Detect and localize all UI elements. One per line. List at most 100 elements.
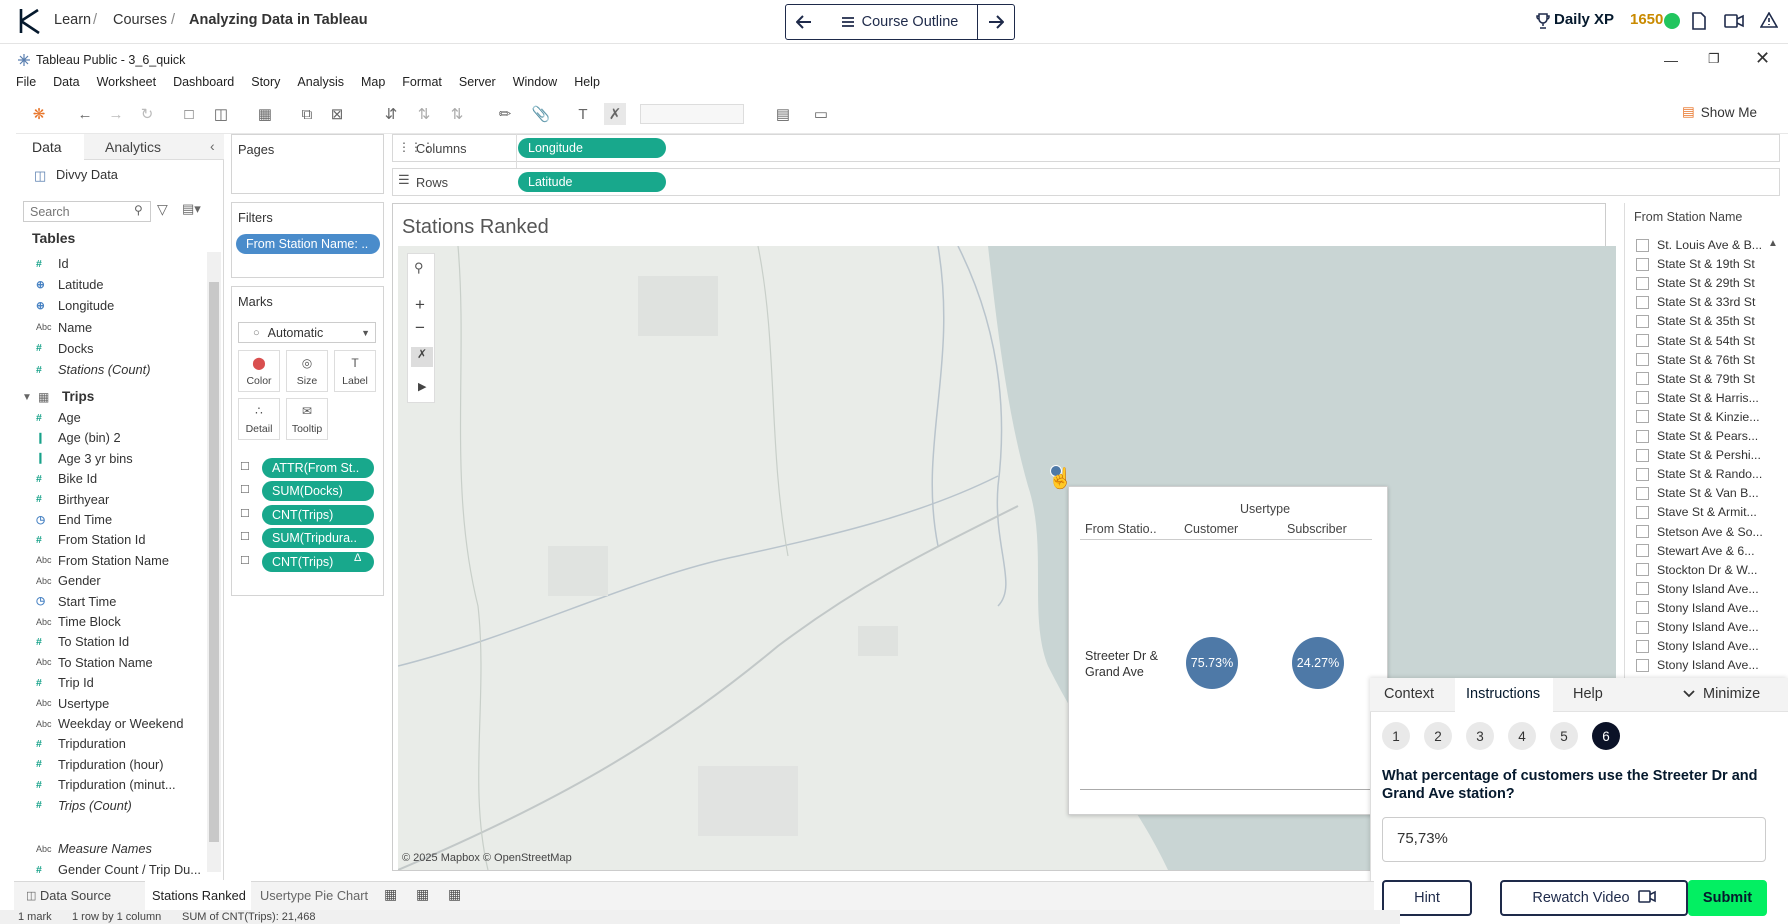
step-5-button[interactable]: 5: [1550, 722, 1578, 750]
field-latitude[interactable]: ⊕ Latitude: [36, 277, 104, 292]
data-pane-scrollbar[interactable]: [207, 252, 221, 872]
menu-file[interactable]: File: [16, 75, 36, 95]
marks-color-button[interactable]: ⬤ Color: [238, 350, 280, 392]
highlight-icon[interactable]: ✏: [494, 103, 516, 125]
zoom-out-icon[interactable]: −: [415, 318, 425, 338]
field-docks[interactable]: # Docks: [36, 341, 94, 356]
marks-label-button[interactable]: T Label: [334, 350, 376, 392]
marks-size-button[interactable]: ◎ Size: [286, 350, 328, 392]
alert-icon[interactable]: [1760, 12, 1778, 28]
field-start-time[interactable]: ◷ Start Time: [36, 594, 116, 609]
checkbox[interactable]: [1636, 314, 1649, 328]
close-window-button[interactable]: ✕: [1755, 48, 1770, 69]
step-2-button[interactable]: 2: [1424, 722, 1452, 750]
pin-map-icon[interactable]: ✗: [604, 103, 626, 125]
marks-pill[interactable]: CNT(Trips): [262, 504, 374, 525]
fit-dropdown[interactable]: [640, 104, 744, 124]
checkbox[interactable]: [1636, 334, 1649, 347]
mark-type-dropdown[interactable]: ○ Automatic ▼: [238, 322, 376, 343]
menu-story[interactable]: Story: [251, 75, 280, 95]
legend-item[interactable]: State St & 19th St: [1636, 257, 1755, 271]
legend-item[interactable]: State St & 76th St: [1636, 353, 1755, 367]
menu-dashboard[interactable]: Dashboard: [173, 75, 234, 95]
legend-item[interactable]: State St & 29th St: [1636, 276, 1755, 290]
legend-item[interactable]: State St & 54th St: [1636, 334, 1755, 348]
video-icon[interactable]: [1724, 14, 1744, 28]
field-birthyear[interactable]: # Birthyear: [36, 492, 109, 507]
play-icon[interactable]: ▶: [418, 380, 426, 393]
marks-detail-button[interactable]: ∴ Detail: [238, 398, 280, 440]
checkbox[interactable]: [1636, 372, 1649, 386]
field-bike-id[interactable]: # Bike Id: [36, 471, 97, 486]
legend-item[interactable]: State St & Van B...: [1636, 486, 1759, 500]
field-usertype[interactable]: Abc Usertype: [36, 696, 109, 711]
menu-server[interactable]: Server: [459, 75, 496, 95]
checkbox[interactable]: [1636, 448, 1649, 462]
checkbox[interactable]: [1636, 410, 1649, 424]
menu-worksheet[interactable]: Worksheet: [97, 75, 157, 95]
datacamp-logo-icon[interactable]: [18, 7, 42, 35]
step-3-button[interactable]: 3: [1466, 722, 1494, 750]
checkbox[interactable]: [1636, 525, 1649, 538]
new-datasource-icon[interactable]: ◫: [210, 103, 232, 125]
field-tripduration-minut[interactable]: # Tripduration (minut...: [36, 777, 176, 792]
expand-trips-icon[interactable]: ▼: [22, 392, 32, 403]
field-gender-count[interactable]: # Gender Count / Trip Du...: [36, 862, 201, 877]
legend-item[interactable]: Stave St & Armit...: [1636, 505, 1757, 519]
menu-map[interactable]: Map: [361, 75, 385, 95]
sort-descending-icon[interactable]: ⇅: [446, 103, 468, 125]
columns-pill-longitude[interactable]: Longitude: [518, 138, 666, 158]
field-end-time[interactable]: ◷ End Time: [36, 512, 112, 527]
tab-help[interactable]: Help: [1573, 686, 1603, 702]
checkbox[interactable]: [1636, 429, 1649, 443]
legend-item[interactable]: State St & Rando...: [1636, 467, 1762, 481]
rows-pill-latitude[interactable]: Latitude: [518, 172, 666, 192]
marks-pill[interactable]: SUM(Tripdura..: [262, 528, 374, 549]
legend-item[interactable]: State St & 33rd St: [1636, 295, 1755, 309]
marks-pill[interactable]: ATTR(From St..: [262, 458, 374, 478]
menu-help[interactable]: Help: [574, 75, 600, 95]
submit-button[interactable]: Submit: [1688, 880, 1767, 916]
breadcrumb-courses[interactable]: Courses: [113, 12, 167, 28]
legend-item[interactable]: State St & 35th St: [1636, 314, 1755, 328]
datasource-name[interactable]: Divvy Data: [56, 167, 118, 182]
legend-item[interactable]: Stewart Ave & 6...: [1636, 544, 1755, 558]
field-gender[interactable]: Abc Gender: [36, 573, 101, 588]
show-cards-icon[interactable]: ▤: [772, 103, 794, 125]
field-trips-count[interactable]: # Trips (Count): [36, 798, 132, 813]
minimize-button[interactable]: Minimize: [1683, 686, 1760, 702]
save-icon[interactable]: □: [178, 103, 200, 125]
checkbox[interactable]: [1636, 276, 1649, 290]
step-1-button[interactable]: 1: [1382, 722, 1410, 750]
menu-format[interactable]: Format: [402, 75, 442, 95]
field-weekday-or-weekend[interactable]: Abc Weekday or Weekend: [36, 716, 183, 731]
checkbox[interactable]: [1636, 238, 1649, 252]
step-6-button[interactable]: 6: [1592, 722, 1620, 750]
filter-pill-from-station-name[interactable]: From Station Name: ..: [236, 234, 380, 254]
sort-ascending-icon[interactable]: ⇅: [413, 103, 435, 125]
legend-item[interactable]: St. Louis Ave & B...: [1636, 238, 1762, 252]
subscriber-pie[interactable]: 24.27%: [1292, 637, 1344, 689]
field-from-station-id[interactable]: # From Station Id: [36, 532, 145, 547]
checkbox[interactable]: [1636, 658, 1649, 672]
trips-table-name[interactable]: Trips: [62, 389, 94, 404]
field-tripduration[interactable]: # Tripduration: [36, 736, 126, 751]
legend-item[interactable]: Stockton Dr & W...: [1636, 563, 1757, 577]
legend-item[interactable]: State St & Harris...: [1636, 391, 1759, 405]
field-from-station-name[interactable]: Abc From Station Name: [36, 553, 169, 568]
checkbox[interactable]: [1636, 391, 1649, 405]
legend-item[interactable]: Stony Island Ave...: [1636, 601, 1759, 615]
checkbox[interactable]: [1636, 295, 1649, 309]
field-measure-names[interactable]: Abc Measure Names: [36, 841, 152, 856]
clear-sheet-icon[interactable]: ⊠: [326, 103, 348, 125]
answer-input[interactable]: 75,73%: [1382, 817, 1766, 862]
collapse-pane-icon[interactable]: ‹: [210, 138, 215, 154]
marks-pill[interactable]: SUM(Docks): [262, 481, 374, 502]
field-id[interactable]: # Id: [36, 256, 69, 271]
swap-rows-columns-icon[interactable]: ⇵: [380, 103, 402, 125]
tab-context[interactable]: Context: [1384, 686, 1434, 702]
document-icon[interactable]: [1692, 12, 1706, 30]
tab-data-source[interactable]: Data Source: [40, 888, 111, 903]
menu-data[interactable]: Data: [53, 75, 79, 95]
undo-icon[interactable]: ←: [74, 103, 96, 125]
